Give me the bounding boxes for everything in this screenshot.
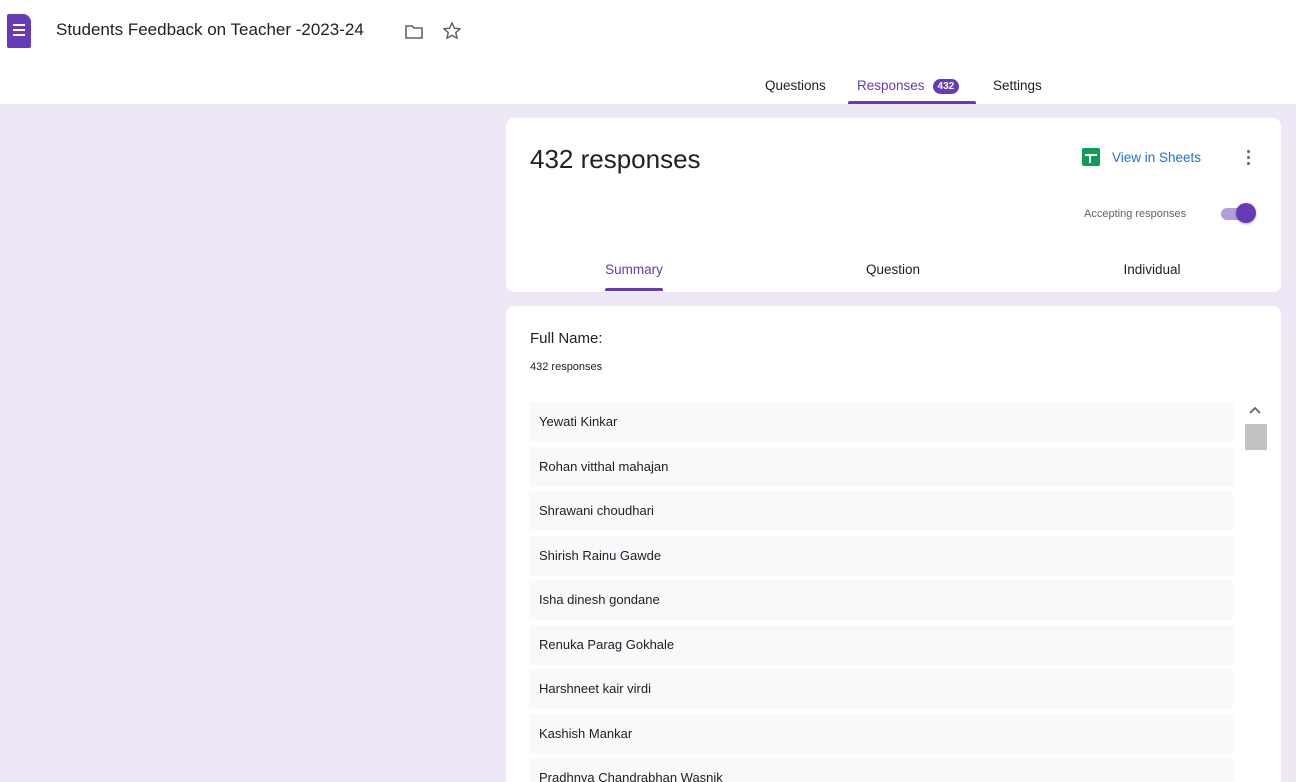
question-responses-card: Full Name: 432 responses Yewati Kinkar R…	[506, 306, 1281, 782]
toggle-knob	[1236, 203, 1256, 223]
list-item: Kashish Mankar	[529, 713, 1233, 754]
tab-settings-label: Settings	[993, 78, 1042, 93]
responses-list[interactable]: Yewati Kinkar Rohan vitthal mahajan Shra…	[529, 402, 1233, 782]
view-in-sheets-label: View in Sheets	[1112, 149, 1202, 165]
accepting-responses-label: Accepting responses	[1084, 208, 1187, 220]
form-title[interactable]: Students Feedback on Teacher -2023-24	[56, 20, 364, 40]
star-icon[interactable]	[441, 20, 463, 42]
chevron-up-icon[interactable]	[1248, 404, 1262, 416]
form-nav-tabs: Questions Responses 432 Settings	[0, 70, 1296, 104]
list-item: Yewati Kinkar	[529, 402, 1233, 442]
more-options-icon[interactable]	[1243, 148, 1253, 168]
question-title: Full Name:	[530, 330, 603, 347]
tab-individual[interactable]: Individual	[1123, 262, 1180, 277]
accepting-responses-toggle[interactable]	[1219, 203, 1257, 225]
top-bar: Students Feedback on Teacher -2023-24 Qu…	[0, 0, 1296, 104]
question-response-count: 432 responses	[530, 361, 603, 373]
view-in-sheets-button[interactable]: View in Sheets	[1082, 148, 1201, 166]
list-item: Renuka Parag Gokhale	[529, 624, 1233, 665]
google-forms-icon[interactable]	[7, 14, 31, 48]
tab-responses[interactable]: Responses 432	[857, 78, 960, 94]
tab-questions-label: Questions	[765, 78, 826, 93]
responses-summary-card: 432 responses View in Sheets Accepting r…	[506, 118, 1281, 292]
list-item: Shirish Rainu Gawde	[529, 535, 1233, 576]
list-item: Harshneet kair virdi	[529, 669, 1233, 709]
folder-icon[interactable]	[405, 24, 423, 39]
tab-responses-label: Responses	[857, 78, 925, 93]
tab-question[interactable]: Question	[866, 262, 920, 277]
tab-questions[interactable]: Questions	[765, 78, 826, 93]
summary-tab-indicator	[605, 288, 663, 291]
responses-count-badge: 432	[932, 79, 960, 94]
tab-settings[interactable]: Settings	[993, 78, 1042, 93]
list-item: Isha dinesh gondane	[529, 580, 1233, 620]
list-item: Shrawani choudhari	[529, 491, 1233, 531]
sheets-icon	[1082, 148, 1100, 166]
responses-scrollbar[interactable]	[1243, 402, 1269, 782]
list-item: Rohan vitthal mahajan	[529, 446, 1233, 487]
list-item: Pradhnya Chandrabhan Wasnik	[529, 758, 1233, 782]
scrollbar-thumb[interactable]	[1245, 424, 1267, 450]
responses-count-heading: 432 responses	[530, 144, 701, 174]
tab-summary[interactable]: Summary	[605, 262, 663, 277]
